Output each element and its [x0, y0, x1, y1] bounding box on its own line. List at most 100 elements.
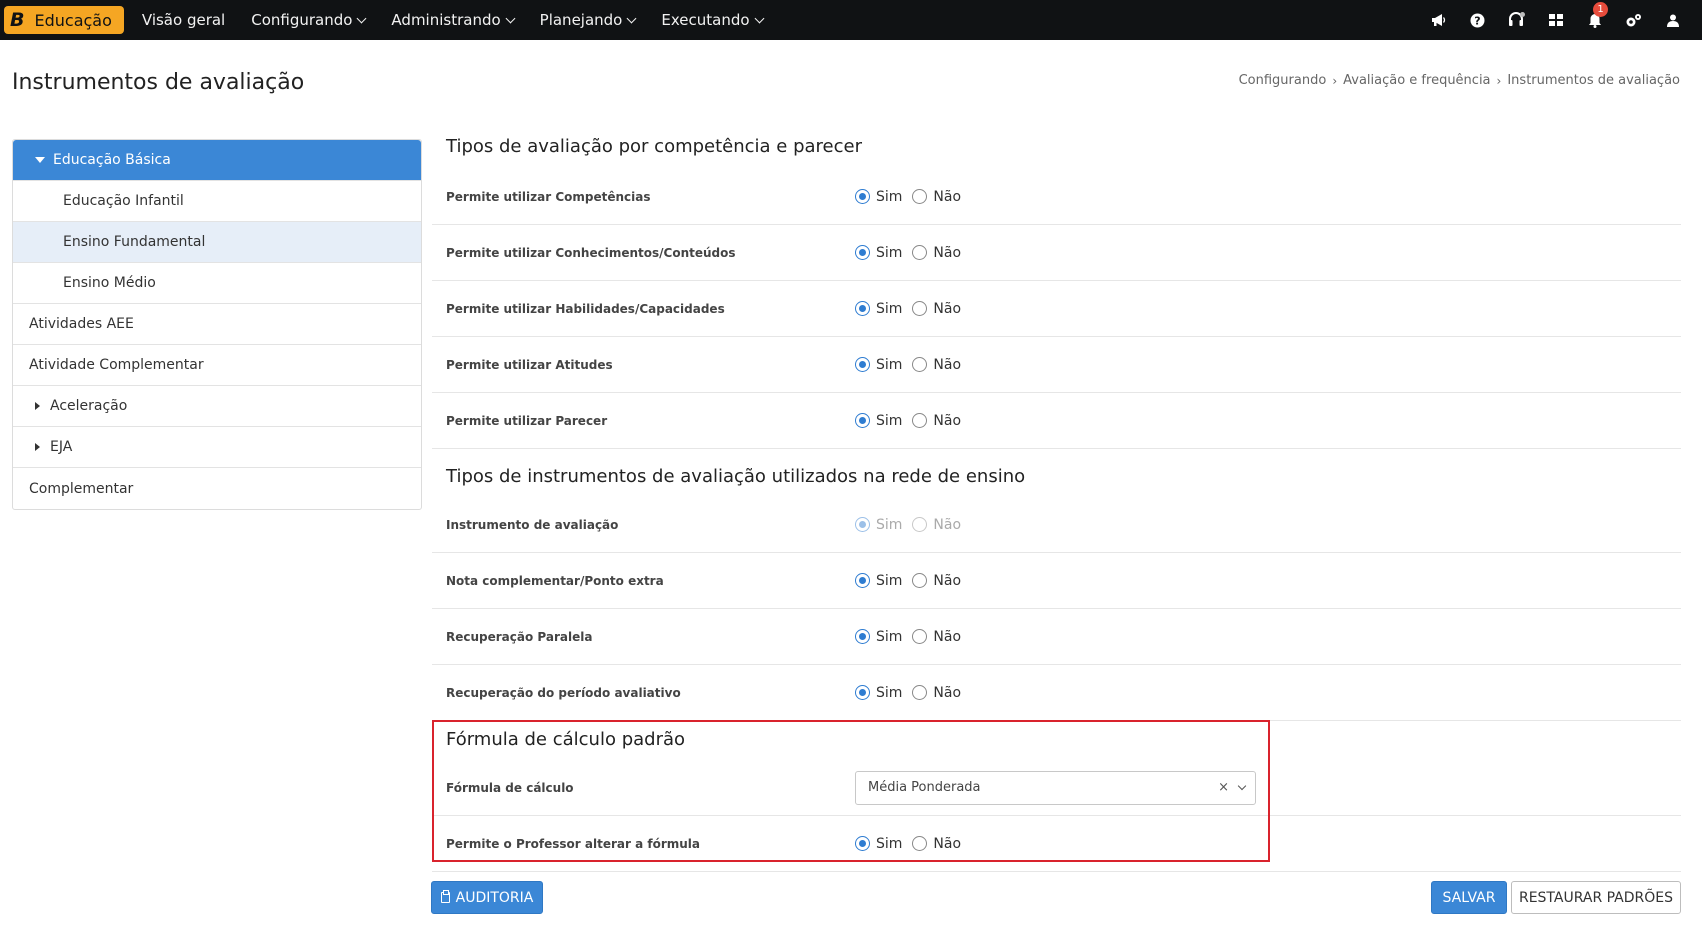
radio-nao [912, 517, 928, 532]
nav-administrando[interactable]: Administrando [391, 11, 516, 29]
radio-sim[interactable] [855, 357, 870, 372]
chevron-down-icon [356, 13, 367, 23]
setting-label: Permite utilizar Conhecimentos/Conteúdos [446, 245, 736, 260]
nav-label: Visão geral [141, 11, 226, 29]
setting-label: Permite utilizar Atitudes [446, 357, 613, 372]
sidebar-item-educacao-basica[interactable]: Educação Básica [13, 140, 421, 181]
caret-right-icon [35, 402, 40, 410]
nav-label: Planejando [539, 11, 623, 29]
radio-nao[interactable] [912, 357, 928, 372]
sidebar-item-educacao-infantil[interactable]: Educação Infantil [13, 181, 421, 222]
nav-label: Administrando [391, 11, 501, 29]
sidebar-item-aceleracao[interactable]: Aceleração [13, 386, 421, 427]
setting-row-atitudes: Permite utilizar Atitudes Sim Não [432, 337, 1681, 393]
chevron-down-icon [505, 13, 516, 23]
svg-text:?: ? [1474, 14, 1480, 27]
radio-sim[interactable] [855, 245, 870, 260]
chevron-down-icon [754, 13, 764, 23]
sidebar-item-label: EJA [50, 439, 73, 455]
sidebar-item-ensino-fundamental[interactable]: Ensino Fundamental [13, 222, 421, 263]
radio-sim[interactable] [855, 413, 870, 428]
yes-no-radio-group: Sim Não [855, 629, 971, 645]
sidebar-item-label: Educação Infantil [63, 193, 184, 209]
clipboard-icon [440, 890, 450, 903]
yes-no-radio-group: Sim Não [855, 245, 971, 261]
chevron-right-icon: › [1332, 73, 1338, 88]
setting-label: Recuperação Paralela [446, 629, 593, 644]
radio-label-sim: Sim [876, 244, 903, 261]
setting-row-habilidades: Permite utilizar Habilidades/Capacidades… [432, 281, 1681, 337]
sidebar-item-label: Ensino Fundamental [63, 234, 206, 250]
radio-label-nao: Não [933, 628, 962, 645]
nav-configurando[interactable]: Configurando [251, 11, 367, 29]
user-icon[interactable] [1653, 0, 1692, 40]
radio-label-nao: Não [933, 356, 962, 373]
main-nav: Visão geral Configurando Administrando P… [142, 11, 789, 29]
audit-button-label: AUDITORIA [455, 889, 534, 906]
radio-sim[interactable] [855, 629, 870, 644]
top-icons: ? 1 [1419, 0, 1692, 40]
radio-label-nao: Não [933, 684, 962, 701]
radio-sim[interactable] [855, 189, 870, 204]
radio-label-sim: Sim [876, 516, 903, 533]
radio-sim [855, 517, 870, 532]
breadcrumb: Configurando › Avaliação e frequência › … [1239, 73, 1680, 88]
radio-nao[interactable] [912, 629, 928, 644]
setting-label: Recuperação do período avaliativo [446, 685, 681, 700]
sidebar-item-label: Ensino Médio [63, 275, 156, 291]
nav-executando[interactable]: Executando [661, 11, 764, 29]
sidebar-item-eja[interactable]: EJA [13, 427, 421, 468]
radio-label-sim: Sim [876, 188, 903, 205]
radio-nao[interactable] [912, 189, 928, 204]
radio-nao[interactable] [912, 413, 928, 428]
notification-badge: 1 [1593, 2, 1608, 17]
radio-nao[interactable] [912, 685, 928, 700]
chevron-down-icon [626, 13, 637, 23]
caret-down-icon [35, 157, 45, 163]
setting-label: Permite utilizar Parecer [446, 413, 608, 428]
radio-sim[interactable] [855, 573, 870, 588]
sidebar-item-ensino-medio[interactable]: Ensino Médio [13, 263, 421, 304]
audit-button[interactable]: AUDITORIA [431, 881, 543, 914]
yes-no-radio-group: Sim Não [855, 357, 971, 373]
setting-row-competencias: Permite utilizar Competências Sim Não [432, 169, 1681, 225]
radio-sim[interactable] [855, 301, 870, 316]
setting-label: Instrumento de avaliação [446, 517, 619, 532]
yes-no-radio-group: Sim Não [855, 301, 971, 317]
settings-icon[interactable] [1614, 0, 1653, 40]
yes-no-radio-group: Sim Não [855, 685, 971, 701]
highlight-box [432, 720, 1270, 862]
setting-label: Permite utilizar Habilidades/Capacidades [446, 301, 725, 316]
sidebar-item-atividades-aee[interactable]: Atividades AEE [13, 304, 421, 345]
megaphone-icon[interactable] [1419, 0, 1458, 40]
setting-row-parecer: Permite utilizar Parecer Sim Não [432, 393, 1681, 449]
radio-nao[interactable] [912, 573, 928, 588]
restore-defaults-button[interactable]: RESTAURAR PADRÕES [1511, 881, 1681, 914]
save-button[interactable]: SALVAR [1431, 881, 1507, 914]
nav-label: Configurando [251, 11, 353, 29]
breadcrumb-item-avaliacao[interactable]: Avaliação e frequência [1343, 73, 1490, 88]
sidebar-item-atividade-complementar[interactable]: Atividade Complementar [13, 345, 421, 386]
section-title-competencias: Tipos de avaliação por competência e par… [446, 136, 863, 157]
radio-sim[interactable] [855, 685, 870, 700]
sidebar-item-label: Educação Básica [53, 152, 171, 168]
section-title-instrumentos: Tipos de instrumentos de avaliação utili… [446, 466, 1026, 487]
setting-label: Permite utilizar Competências [446, 189, 651, 204]
breadcrumb-item-configurando[interactable]: Configurando [1239, 73, 1327, 88]
apps-grid-icon[interactable] [1536, 0, 1575, 40]
brand-letter: B [10, 9, 25, 31]
nav-visao-geral[interactable]: Visão geral [142, 11, 225, 29]
sidebar-tree: Educação Básica Educação Infantil Ensino… [12, 139, 422, 510]
headset-icon[interactable] [1497, 0, 1536, 40]
breadcrumb-item-current: Instrumentos de avaliação [1507, 73, 1680, 88]
bell-icon[interactable]: 1 [1575, 0, 1614, 40]
setting-row-conhecimentos: Permite utilizar Conhecimentos/Conteúdos… [432, 225, 1681, 281]
yes-no-radio-group: Sim Não [855, 413, 971, 429]
radio-nao[interactable] [912, 301, 928, 316]
radio-label-sim: Sim [876, 684, 903, 701]
nav-planejando[interactable]: Planejando [539, 11, 637, 29]
sidebar-item-complementar[interactable]: Complementar [13, 468, 421, 509]
help-icon[interactable]: ? [1458, 0, 1497, 40]
radio-nao[interactable] [912, 245, 928, 260]
brand-logo[interactable]: B Educação [4, 6, 124, 34]
